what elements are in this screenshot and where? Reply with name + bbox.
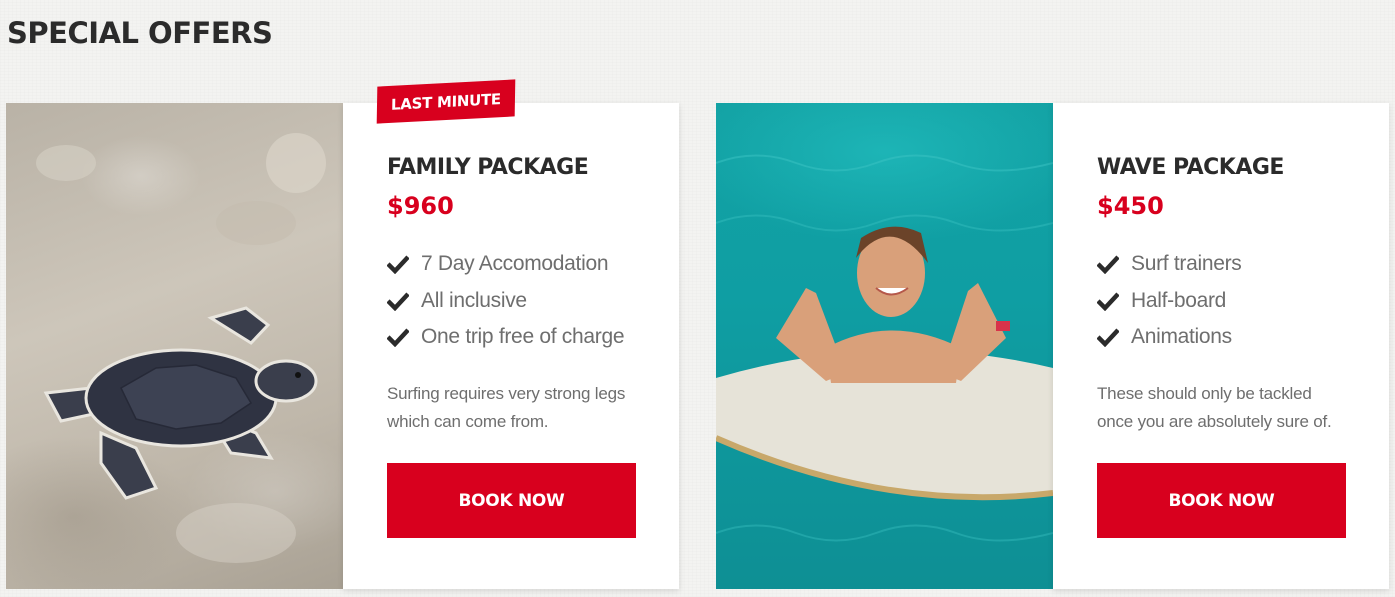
feature-label: Animations <box>1131 325 1232 349</box>
description-line: once you are absolutely sure of. <box>1097 411 1332 431</box>
feature-item: Surf trainers <box>1097 246 1345 283</box>
feature-item: 7 Day Accomodation <box>387 246 635 283</box>
book-now-button[interactable]: BOOK NOW <box>1097 463 1346 538</box>
package-title: FAMILY PACKAGE <box>387 155 589 180</box>
package-price: $960 <box>387 192 454 220</box>
feature-list: Surf trainers Half-board Animations <box>1097 246 1345 356</box>
feature-item: Half-board <box>1097 283 1345 320</box>
last-minute-badge: LAST MINUTE <box>376 79 516 124</box>
description-line: These should only be tackled <box>1097 383 1312 403</box>
feature-item: All inclusive <box>387 283 635 320</box>
offer-family-package: LAST MINUTE FAMILY PACKAGE $960 7 Day Ac… <box>6 79 679 589</box>
feature-label: One trip free of charge <box>421 325 625 349</box>
offer-card: LAST MINUTE FAMILY PACKAGE $960 7 Day Ac… <box>343 79 679 589</box>
section-title: SPECIAL OFFERS <box>7 16 273 50</box>
offer-card: WAVE PACKAGE $450 Surf trainers Half-boa… <box>1053 103 1389 589</box>
book-now-button[interactable]: BOOK NOW <box>387 463 636 538</box>
feature-item: Animations <box>1097 319 1345 356</box>
check-icon <box>387 255 409 275</box>
feature-label: 7 Day Accomodation <box>421 252 609 276</box>
package-description: Surfing requires very strong legs which … <box>387 380 635 436</box>
package-description: These should only be tackled once you ar… <box>1097 380 1345 436</box>
check-icon <box>387 292 409 311</box>
feature-label: Surf trainers <box>1131 252 1242 276</box>
feature-label: All inclusive <box>421 288 527 312</box>
check-icon <box>1097 292 1119 311</box>
check-icon <box>387 328 409 348</box>
check-icon <box>1097 255 1119 275</box>
feature-label: Half-board <box>1131 288 1227 312</box>
offer-wave-package: WAVE PACKAGE $450 Surf trainers Half-boa… <box>716 103 1389 589</box>
turtle-photo <box>6 103 343 589</box>
check-icon <box>1097 328 1119 348</box>
surfer-illustration <box>716 154 1053 542</box>
package-title: WAVE PACKAGE <box>1097 155 1284 180</box>
package-price: $450 <box>1097 192 1164 220</box>
description-line: which can come from. <box>387 411 549 431</box>
turtle-illustration <box>36 133 326 563</box>
surfer-photo <box>716 103 1053 589</box>
feature-item: One trip free of charge <box>387 319 635 356</box>
feature-list: 7 Day Accomodation All inclusive One tri… <box>387 246 635 356</box>
description-line: Surfing requires very strong legs <box>387 383 626 403</box>
